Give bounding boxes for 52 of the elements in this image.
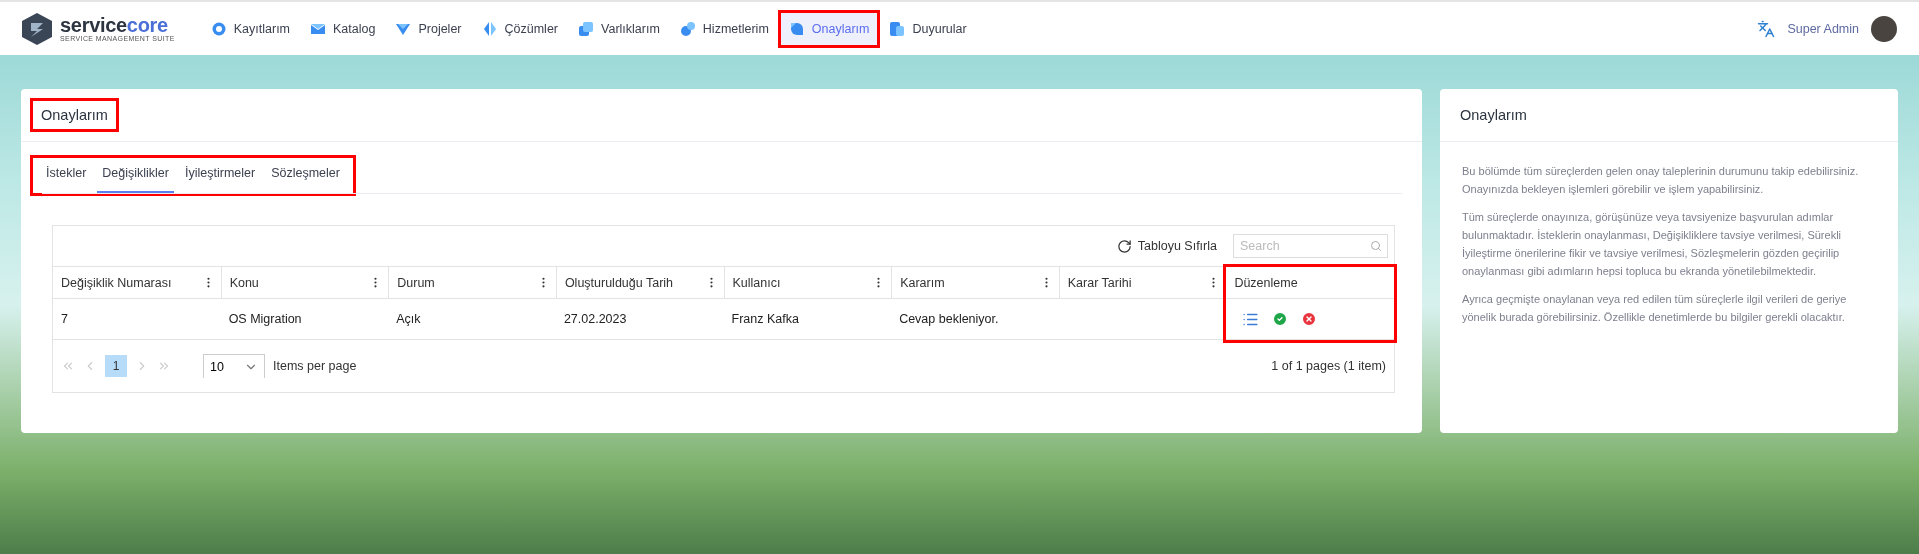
pager-summary: 1 of 1 pages (1 item) [1271,359,1386,373]
search-field[interactable]: Search [1233,234,1388,258]
nav-link[interactable]: Varlıklarım [570,12,668,45]
table-cell: 7 [53,299,221,340]
user-name[interactable]: Super Admin [1787,21,1859,36]
nav-link[interactable]: Projeler [387,12,470,45]
tab[interactable]: Sözleşmeler [266,158,345,193]
logo-mark-icon [22,12,52,45]
page-size-dropdown[interactable]: 10 [203,354,265,378]
column-header[interactable]: Konu [220,267,389,299]
reset-table-button[interactable]: Tabloyu Sıfırla [1110,237,1223,255]
column-header[interactable]: Kullanıcı [723,267,892,299]
column-header[interactable]: Durum [388,267,556,299]
search-icon [1370,240,1382,252]
table-cell: 27.02.2023 [555,299,724,340]
column-header[interactable]: Karar Tarihi [1058,267,1227,299]
card-title: Onaylarım [1459,106,1528,125]
column-header[interactable]: Kararım [891,267,1059,299]
refresh-icon [1116,238,1132,254]
info-paragraph: Bu bölümde tüm süreçlerden gelen onay taleplerinin durumunu takip edebilirsiniz. Onayınızda bekleyen işlemleri görebilir ve işlem yapabilirsiniz. [1462,164,1860,197]
leaf-icon [788,20,805,37]
nav-link[interactable]: Onaylarım [780,12,878,45]
column-header[interactable]: Oluşturulduğu Tarih [555,267,724,299]
column-header[interactable]: Değişiklik Numarası [53,267,221,299]
squares-icon [578,20,594,37]
card-title: Onaylarım [33,101,116,129]
info-paragraph: Ayrıca geçmişte onaylanan veya red edilen tüm süreçlerle ilgil verileri de geriye yönelik burada görebilirsiniz. Özellikle denetimlerde bu bilgiler gerekli olacaktır. [1462,292,1848,325]
table-cell: Açık [388,299,556,340]
table-cell: Franz Kafka [723,299,892,340]
tab[interactable]: İyileştirmeler [180,158,261,193]
page-size-label: Items per page [273,359,357,373]
tab[interactable]: Değişiklikler [97,158,174,193]
translate-icon[interactable] [1757,19,1776,38]
table-cell: Cevap bekleniyor. [891,299,1059,340]
diamond-icon [481,20,498,37]
column-header[interactable]: Düzenleme [1226,267,1394,299]
nav-link[interactable]: Hizmetlerim [671,12,777,45]
tab[interactable]: İstekler [41,158,92,193]
nav-link[interactable]: Katalog [302,12,384,45]
circles-icon [679,20,696,37]
ring-icon [210,20,227,37]
avatar[interactable] [1871,15,1897,42]
page-number[interactable]: 1 [105,355,127,377]
pages-icon [889,20,906,37]
nav-link[interactable]: Duyurular [881,12,975,45]
nav-link[interactable]: Kayıtlarım [202,12,299,45]
reject-icon[interactable] [1301,311,1318,327]
table-cell: OS Migration [220,299,389,340]
approve-icon[interactable] [1272,311,1289,327]
logo-wordmark: servicecore [60,15,169,35]
info-paragraph: Tüm süreçlerde onayınıza, görüşünüze veya tavsiyenize başvurulan adımlar bulunmaktadır. İsteklerin onaylanması, Değişikliklere tavsiye verilmesi, Sürekli İyileştirme önerilerine fikir ve tavsiye verilmesi, Sözleşmelerin gözden geçirilip onaylanması gibi adımların hepsi topluca bu ekranda yönetilebilmektedir. [1462,210,1843,279]
nav-link[interactable]: Çözümler [473,12,566,45]
